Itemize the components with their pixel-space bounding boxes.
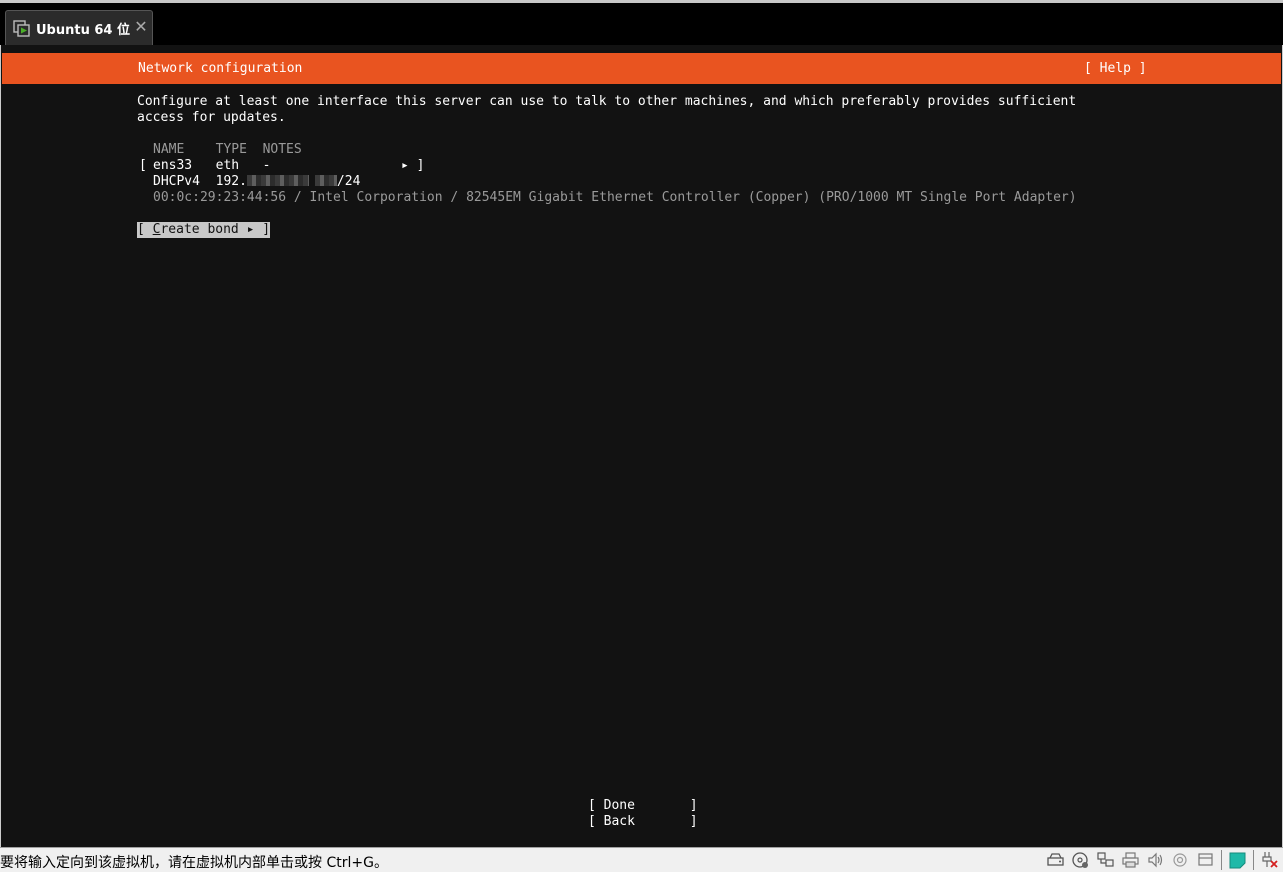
intro-text-line-1: Configure at least one interface this se… (137, 94, 1077, 109)
redacted-ip-part (246, 175, 309, 186)
page-title: Network configuration (138, 61, 303, 76)
vm-tab-bar: Ubuntu 64 位 ✕ (0, 0, 1283, 45)
message-icon[interactable] (1228, 851, 1247, 869)
create-bond-open: [ (137, 222, 153, 237)
tray-separator (1221, 850, 1222, 870)
create-bond-rest: reate bond ▸ ] (160, 222, 271, 237)
table-header: NAME TYPE NOTES (153, 142, 302, 157)
done-button[interactable]: [ Done ] (588, 798, 698, 814)
device-tray (1046, 850, 1279, 870)
vm-tab[interactable]: Ubuntu 64 位 ✕ (5, 10, 153, 45)
interface-menu-arrow[interactable]: ▸ ] (401, 158, 424, 174)
close-icon[interactable]: ✕ (133, 18, 149, 36)
help-button[interactable]: [ Help ] (1084, 61, 1147, 77)
installer-header: Network configuration [ Help ] (2, 53, 1281, 84)
vm-console[interactable]: Network configuration [ Help ] Configure… (0, 45, 1283, 847)
redacted-ip-part (314, 175, 337, 186)
display-icon[interactable] (1196, 851, 1215, 869)
create-bond-button[interactable]: [ Create bond ▸ ] (137, 222, 271, 238)
hard-disk-icon[interactable] (1046, 851, 1065, 869)
interface-open-bracket: [ (139, 158, 147, 173)
disconnected-icon[interactable] (1260, 851, 1279, 869)
back-button[interactable]: [ Back ] (588, 814, 698, 830)
tray-separator (1253, 850, 1254, 870)
cd-dvd-icon[interactable] (1071, 851, 1090, 869)
tab-title: Ubuntu 64 位 (36, 23, 130, 38)
interface-details: 00:0c:29:23:44:56 / Intel Corporation / … (153, 190, 1077, 205)
dhcp-address: DHCPv4 192. /24 (153, 174, 360, 190)
network-adapter-icon[interactable] (1096, 851, 1115, 869)
vm-play-icon (13, 20, 30, 37)
usb-icon[interactable] (1171, 851, 1190, 869)
interface-row-ens33[interactable]: ens33 eth - (153, 158, 270, 174)
sound-icon[interactable] (1146, 851, 1165, 869)
dhcp-label: DHCPv4 192. (153, 174, 247, 189)
status-message: 要将输入定向到该虚拟机，请在虚拟机内部单击或按 Ctrl+G。 (0, 855, 388, 871)
intro-text-line-2: access for updates. (137, 110, 286, 125)
status-bar: 要将输入定向到该虚拟机，请在虚拟机内部单击或按 Ctrl+G。 (0, 847, 1283, 872)
dhcp-suffix: /24 (336, 174, 361, 189)
printer-icon[interactable] (1121, 851, 1140, 869)
